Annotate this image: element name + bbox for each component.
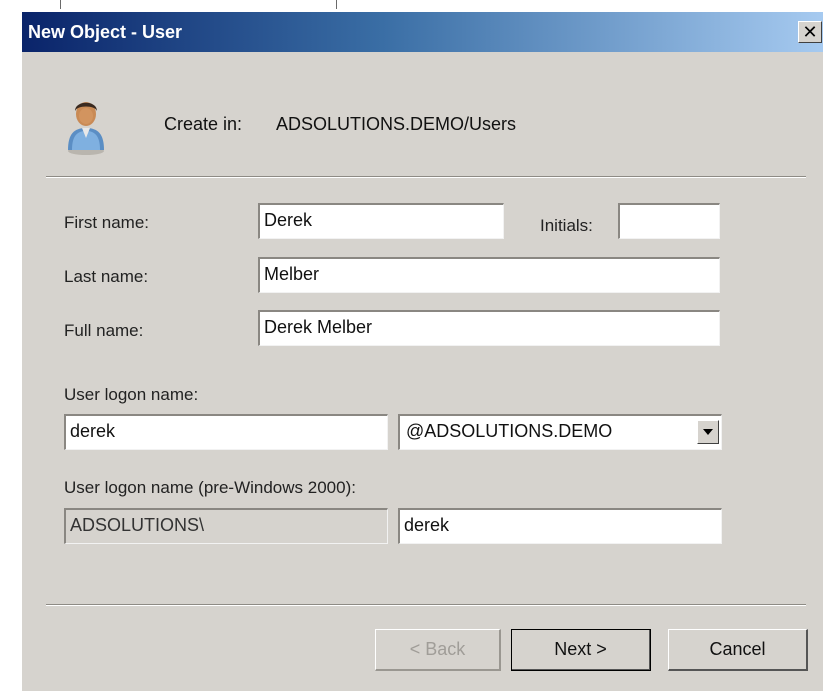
logon-name-label: User logon name: — [64, 385, 199, 404]
title-bar[interactable]: New Object - User ✕ — [22, 12, 823, 52]
pre2000-logon-label: User logon name (pre-Windows 2000): — [64, 478, 356, 497]
domain-suffix-value: @ADSOLUTIONS.DEMO — [406, 421, 613, 441]
dropdown-arrow-button[interactable] — [697, 420, 719, 444]
last-name-field[interactable]: Melber — [258, 257, 720, 293]
initials-field[interactable] — [618, 203, 720, 239]
background-divider — [336, 0, 337, 9]
initials-label: Initials: — [540, 216, 593, 235]
cancel-button[interactable]: Cancel — [668, 629, 808, 671]
new-user-dialog: New Object - User ✕ Create in: ADSOLUTIO… — [22, 12, 823, 691]
window-title: New Object - User — [28, 22, 183, 42]
full-name-field[interactable]: Derek Melber — [258, 310, 720, 346]
pre2000-name-field[interactable]: derek — [398, 508, 722, 544]
create-in-label: Create in: — [164, 114, 243, 134]
close-button[interactable]: ✕ — [798, 21, 822, 43]
logon-name-field[interactable]: derek — [64, 414, 388, 450]
first-name-field[interactable]: Derek — [258, 203, 504, 239]
create-in-path: ADSOLUTIONS.DEMO/Users — [276, 114, 517, 134]
background-window-strip — [0, 0, 823, 12]
footer-separator — [46, 604, 806, 606]
first-name-label: First name: — [64, 213, 150, 232]
pre2000-domain-field: ADSOLUTIONS\ — [64, 508, 388, 544]
back-button[interactable]: < Back — [375, 629, 501, 671]
next-button[interactable]: Next > — [511, 629, 651, 671]
domain-suffix-dropdown[interactable]: @ADSOLUTIONS.DEMO — [398, 414, 722, 450]
close-icon: ✕ — [802, 22, 818, 42]
chevron-down-icon — [703, 429, 713, 435]
background-divider — [60, 0, 61, 9]
user-icon — [68, 102, 104, 155]
last-name-label: Last name: — [64, 267, 149, 286]
header-separator — [46, 176, 806, 178]
full-name-label: Full name: — [64, 321, 144, 340]
